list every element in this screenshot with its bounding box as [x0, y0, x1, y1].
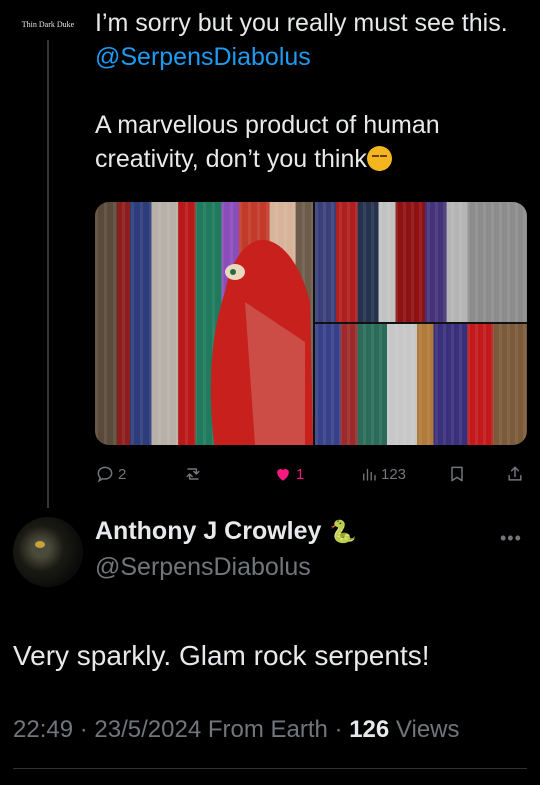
like-count: 1 [296, 465, 305, 483]
views-button[interactable]: 123 [360, 462, 406, 486]
retweet-icon [186, 468, 200, 480]
retweet-button[interactable] [183, 462, 206, 486]
avatar-snake-eye [35, 541, 45, 548]
bookmark-button[interactable] [447, 462, 467, 486]
media-image-3[interactable] [315, 324, 527, 445]
parent-avatar[interactable]: Thin Dark Duke [18, 14, 78, 36]
tweet-time[interactable]: 22:49 [13, 716, 73, 743]
parent-action-bar: 2 1 123 [95, 462, 527, 486]
user-handle[interactable]: @SerpensDiabolus [95, 553, 311, 582]
display-name[interactable]: Anthony J Crowley 🐍 [95, 517, 357, 546]
share-button[interactable] [505, 462, 525, 486]
media-image-2[interactable] [315, 202, 527, 322]
views-total[interactable]: 126 [349, 716, 389, 743]
reply-count: 2 [118, 465, 127, 483]
like-button[interactable]: 1 [273, 462, 304, 486]
tweet-meta: 22:49 · 23/5/2024 From Earth · 126 Views [13, 716, 460, 743]
share-icon [508, 466, 522, 481]
views-chart-icon [363, 468, 376, 481]
thread-line [47, 40, 49, 508]
media-grid[interactable] [95, 202, 527, 445]
views-count: 123 [381, 465, 407, 483]
divider [13, 768, 527, 769]
display-name-text: Anthony J Crowley [95, 517, 322, 545]
bookmark-icon [451, 466, 463, 482]
parent-tweet-text: I’m sorry but you really must see this. … [95, 6, 525, 176]
snake-emoji-icon: 🐍 [329, 519, 357, 544]
media-image-1[interactable] [95, 202, 313, 445]
reply-icon [97, 466, 113, 483]
mention-link[interactable]: @SerpensDiabolus [95, 43, 311, 71]
smirk-emoji-icon [366, 146, 392, 171]
tweet-location: From Earth [207, 716, 328, 743]
reply-button[interactable]: 2 [95, 462, 126, 486]
tweet-date[interactable]: 23/5/2024 [94, 716, 201, 743]
heart-icon [277, 469, 289, 481]
reply-avatar[interactable] [13, 517, 83, 587]
more-options-button[interactable]: ••• [500, 528, 522, 549]
parent-text-line1: I’m sorry but you really must see this. [95, 9, 508, 37]
views-label: Views [395, 716, 460, 743]
reply-text: Very sparkly. Glam rock serpents! [13, 640, 430, 671]
